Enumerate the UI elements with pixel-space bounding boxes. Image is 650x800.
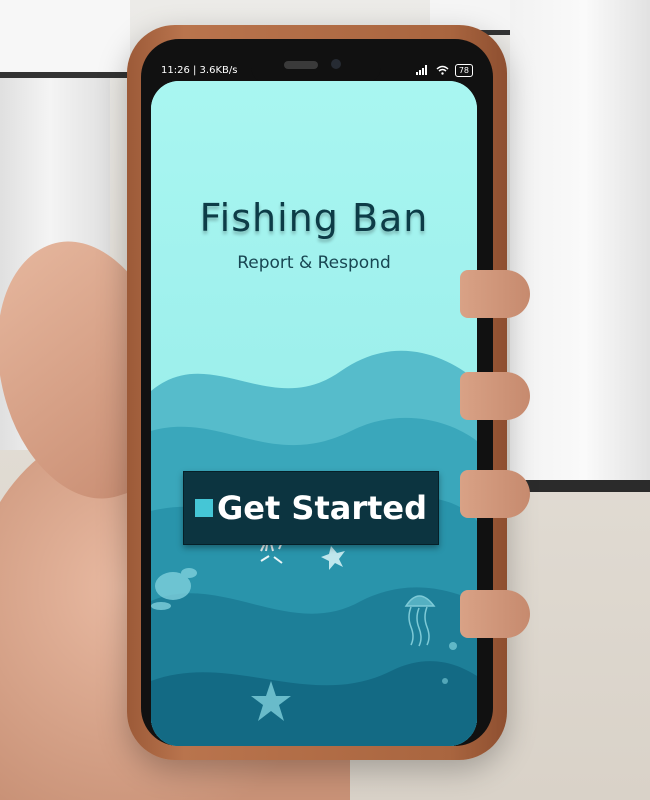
signal-icon: [415, 65, 427, 75]
status-bar: 11:26 | 3.6KB/s 78: [161, 61, 473, 79]
app-screen: Fishing Ban Report & Respond Get Started: [151, 81, 477, 746]
finger: [460, 470, 530, 518]
arrow-square-icon: [194, 499, 213, 517]
finger: [460, 372, 530, 420]
battery-icon: 78: [454, 63, 473, 77]
finger: [460, 270, 530, 318]
background-pillar-right: [510, 0, 650, 492]
app-title: Fishing Ban: [199, 196, 429, 240]
ocean-waves-illustration: [151, 81, 477, 746]
status-time: 11:26 | 3.6KB/s: [161, 64, 238, 76]
get-started-label: Get Started: [216, 489, 428, 527]
finger: [460, 590, 530, 638]
app-subtitle: Report & Respond: [237, 253, 391, 273]
wifi-icon: [436, 65, 449, 75]
photo-scene: 11:26 | 3.6KB/s 78 Fishing Ban Report & …: [0, 0, 650, 800]
phone-bezel: 11:26 | 3.6KB/s 78 Fishing Ban Report & …: [141, 39, 493, 746]
background-block: [0, 0, 130, 78]
phone-device: 11:26 | 3.6KB/s 78 Fishing Ban Report & …: [127, 25, 507, 760]
status-icons: 78: [415, 63, 473, 77]
get-started-button[interactable]: Get Started: [183, 471, 439, 545]
